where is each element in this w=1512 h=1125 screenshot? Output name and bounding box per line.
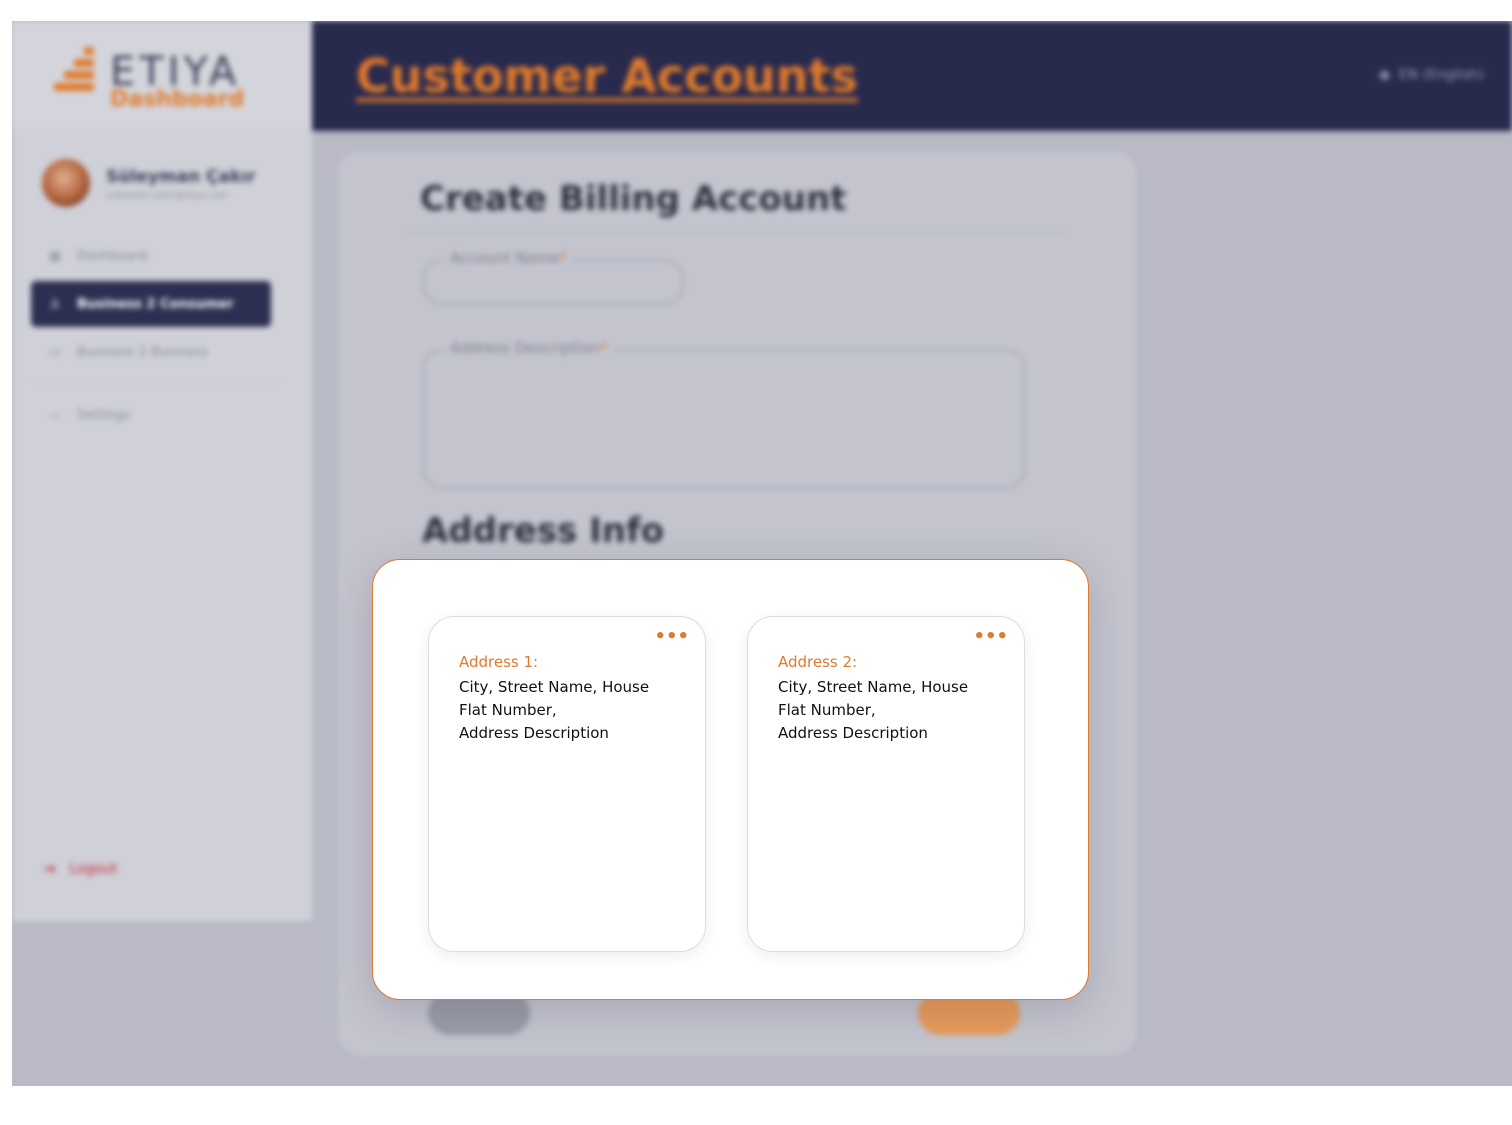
address-line: City, Street Name, House — [778, 678, 969, 696]
user-name: Süleyman Çakır — [106, 167, 256, 187]
sidebar-nav: ▦ Dashboard ♙ Business 2 Consumer ▭ Busi… — [31, 233, 281, 440]
sidebar-item-business-2-consumer[interactable]: ♙ Business 2 Consumer — [31, 281, 271, 327]
language-label: EN (English) — [1398, 67, 1484, 83]
settings-icon: — — [48, 407, 62, 423]
address-description-label: Address Description* — [444, 339, 614, 357]
sidebar-item-business-2-business[interactable]: ▭ Business 2 Business — [31, 329, 271, 375]
user-email: suleyman.cakir@etiya.com — [106, 191, 228, 201]
sidebar-item-label: Business 2 Business — [77, 344, 209, 360]
address-card[interactable]: ••• Address 2: City, Street Name, House … — [747, 616, 1025, 952]
avatar — [42, 159, 90, 207]
user-icon: ♙ — [49, 296, 61, 312]
form-title: Create Billing Account — [420, 179, 847, 219]
sidebar: ETIYA Dashboard Süleyman Çakır suleyman.… — [12, 21, 312, 921]
sidebar-item-label: Business 2 Consumer — [77, 296, 234, 312]
top-bar: Customer Accounts ◉ EN (English) — [312, 21, 1512, 131]
logout-icon: ⇥ — [42, 859, 56, 878]
address-line: Flat Number, — [459, 701, 557, 719]
account-name-input[interactable]: Account Name* — [422, 249, 684, 305]
etiya-logo-icon — [54, 47, 94, 99]
address-line: Address Description — [778, 724, 928, 742]
sidebar-item-settings[interactable]: — Settings — [31, 392, 271, 438]
address-line: Flat Number, — [778, 701, 876, 719]
form-divider — [404, 233, 1068, 234]
page-title[interactable]: Customer Accounts — [356, 49, 858, 103]
address-info-heading: Address Info — [422, 511, 665, 551]
logout-label: Logout — [69, 860, 118, 877]
address-line: City, Street Name, House — [459, 678, 650, 696]
sidebar-item-dashboard[interactable]: ▦ Dashboard — [31, 233, 271, 279]
address-description-textarea[interactable]: Address Description* — [422, 339, 1026, 489]
sidebar-item-label: Settings — [77, 407, 131, 423]
briefcase-icon: ▭ — [48, 344, 62, 360]
more-options-icon[interactable]: ••• — [654, 627, 689, 647]
address-modal: ••• Address 1: City, Street Name, House … — [372, 559, 1089, 1000]
logout-button[interactable]: ⇥ Logout — [42, 859, 117, 878]
logo-subtitle: Dashboard — [110, 87, 245, 112]
address-card[interactable]: ••• Address 1: City, Street Name, House … — [428, 616, 706, 952]
grid-icon: ▦ — [48, 248, 62, 264]
address-line: Address Description — [459, 724, 609, 742]
sidebar-item-label: Dashboard — [77, 248, 148, 264]
nav-divider — [31, 381, 281, 382]
globe-icon: ◉ — [1378, 67, 1391, 83]
language-selector[interactable]: ◉ EN (English) — [1379, 67, 1484, 83]
account-name-label: Account Name* — [444, 249, 574, 267]
address-label: Address 1: — [459, 653, 539, 671]
address-label: Address 2: — [778, 653, 858, 671]
logo-area: ETIYA Dashboard — [12, 21, 312, 131]
address-text: City, Street Name, House Flat Number, Ad… — [459, 676, 689, 745]
more-options-icon[interactable]: ••• — [973, 627, 1008, 647]
address-text: City, Street Name, House Flat Number, Ad… — [778, 676, 1008, 745]
